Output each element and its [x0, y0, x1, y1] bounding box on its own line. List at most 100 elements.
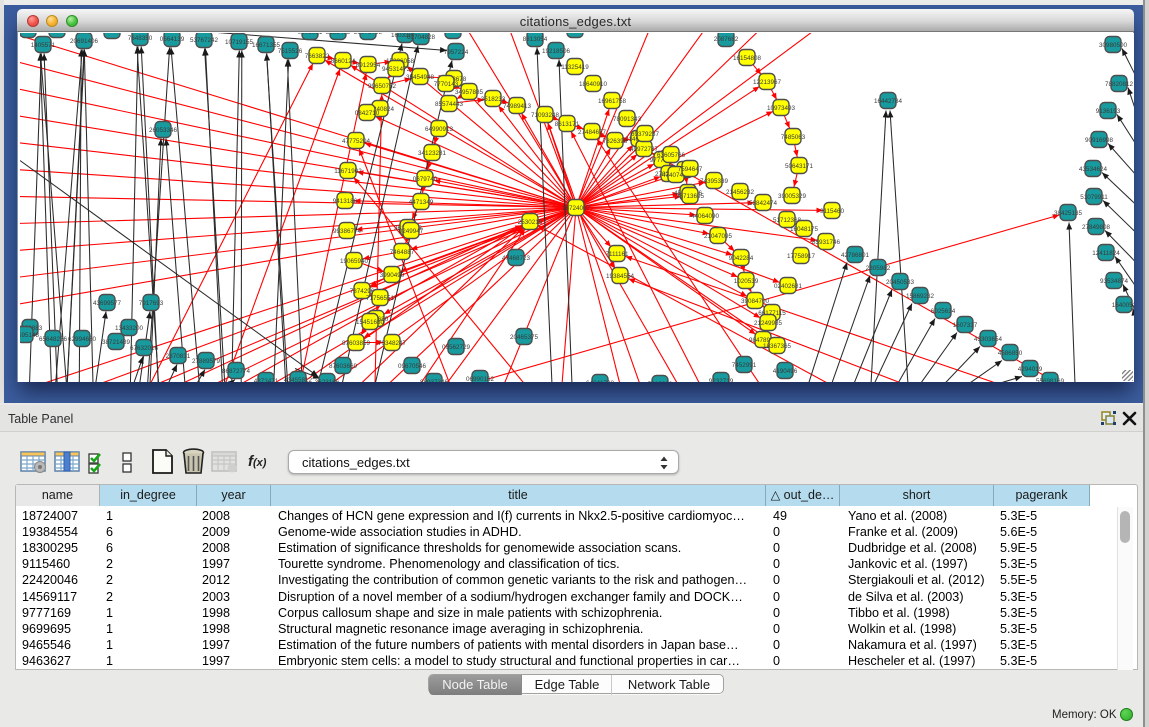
svg-text:12411824: 12411824 [1092, 250, 1120, 257]
svg-text:99650752: 99650752 [368, 83, 397, 90]
svg-text:27849808: 27849808 [1082, 224, 1111, 231]
svg-text:16048175: 16048175 [790, 226, 819, 233]
svg-text:2530215: 2530215 [518, 219, 543, 226]
svg-text:86872774: 86872774 [222, 368, 251, 375]
svg-text:20465375: 20465375 [510, 334, 539, 341]
svg-text:7770143: 7770143 [434, 81, 459, 88]
svg-text:7111161: 7111161 [605, 251, 629, 258]
svg-text:7594647: 7594647 [678, 166, 703, 173]
svg-text:30980500: 30980500 [1099, 42, 1128, 49]
svg-text:2087682: 2087682 [714, 36, 739, 43]
svg-text:1405571: 1405571 [31, 42, 56, 49]
svg-text:16961758: 16961758 [598, 98, 627, 105]
svg-text:43699577: 43699577 [93, 300, 122, 307]
svg-text:4294019: 4294019 [1018, 366, 1043, 373]
svg-text:19065940: 19065940 [340, 258, 369, 265]
svg-text:71756551: 71756551 [366, 295, 395, 302]
svg-text:4471349: 4471349 [409, 199, 434, 206]
svg-text:7648350: 7648350 [128, 35, 153, 42]
svg-text:44064090: 44064090 [691, 213, 720, 220]
svg-text:1656670: 1656670 [441, 33, 466, 35]
svg-text:36713695: 36713695 [676, 193, 705, 200]
svg-text:9136193: 9136193 [1096, 108, 1121, 115]
svg-text:90916998: 90916998 [1085, 137, 1114, 144]
svg-text:09670546: 09670546 [398, 363, 427, 370]
svg-text:18367365: 18367365 [763, 343, 792, 350]
svg-text:29973763: 29973763 [354, 33, 383, 36]
svg-text:1607337: 1607337 [953, 322, 978, 329]
svg-text:8613171: 8613171 [555, 121, 580, 128]
svg-text:16442784: 16442784 [874, 98, 903, 105]
svg-text:10651333: 10651333 [561, 33, 590, 34]
svg-text:8660124: 8660124 [331, 58, 356, 65]
svg-text:9301031: 9301031 [298, 33, 323, 36]
svg-text:20691406: 20691406 [70, 38, 99, 45]
svg-text:67632016: 67632016 [130, 345, 159, 352]
svg-text:21047095: 21047095 [704, 233, 733, 240]
svg-text:43455812: 43455812 [284, 377, 313, 382]
svg-text:3990490: 3990490 [380, 272, 405, 279]
svg-text:35454948: 35454948 [406, 74, 435, 81]
svg-text:78091343: 78091343 [613, 116, 642, 123]
svg-text:7663822: 7663822 [305, 53, 330, 60]
svg-text:9413186: 9413186 [333, 198, 358, 205]
svg-text:7452991: 7452991 [732, 362, 757, 369]
svg-text:8813054: 8813054 [523, 36, 548, 43]
svg-text:4586850: 4586850 [998, 350, 1023, 357]
svg-text:7874296: 7874296 [350, 288, 375, 295]
svg-text:65648236: 65648236 [39, 336, 68, 343]
svg-text:21249985: 21249985 [754, 320, 783, 327]
svg-text:74395339: 74395339 [700, 178, 729, 185]
svg-text:5183473: 5183473 [326, 33, 351, 36]
svg-text:16671355: 16671355 [252, 42, 281, 49]
svg-text:38425135: 38425135 [1054, 210, 1083, 217]
svg-text:06562729: 06562729 [442, 344, 471, 351]
svg-text:9232719: 9232719 [709, 378, 734, 382]
svg-text:4873471: 4873471 [254, 378, 279, 382]
svg-text:02402681: 02402681 [774, 283, 803, 290]
svg-text:22782489: 22782489 [20, 33, 42, 34]
svg-text:2805982: 2805982 [866, 265, 891, 272]
svg-text:62994680: 62994680 [68, 336, 97, 343]
svg-text:19218506: 19218506 [542, 48, 571, 55]
svg-text:61595148: 61595148 [20, 332, 39, 339]
svg-text:64641708: 64641708 [586, 380, 615, 382]
svg-text:21456232: 21456232 [726, 189, 755, 196]
svg-text:1020539: 1020539 [734, 278, 759, 285]
svg-text:13315098: 13315098 [98, 33, 127, 35]
svg-text:34123281: 34123281 [418, 150, 447, 157]
svg-text:5310033: 5310033 [648, 381, 673, 382]
svg-text:78820812: 78820812 [1105, 81, 1134, 88]
svg-text:88937346: 88937346 [420, 379, 449, 382]
svg-text:4190496: 4190496 [773, 368, 798, 375]
svg-text:74989413: 74989413 [503, 103, 532, 110]
svg-text:12213967: 12213967 [753, 79, 782, 86]
svg-text:62704828: 62704828 [407, 34, 436, 41]
svg-text:50643171: 50643171 [785, 163, 814, 170]
svg-text:11671902: 11671902 [334, 168, 362, 175]
svg-text:20450533: 20450533 [886, 279, 915, 286]
svg-text:3623166: 3623166 [315, 379, 340, 382]
svg-text:39084700: 39084700 [741, 298, 770, 305]
svg-text:7515526: 7515526 [278, 48, 303, 55]
svg-text:7917693: 7917693 [139, 300, 164, 307]
svg-text:27484677: 27484677 [578, 129, 607, 136]
svg-text:93534874: 93534874 [1100, 278, 1129, 285]
svg-text:87603669: 87603669 [329, 363, 358, 370]
svg-text:1640052: 1640052 [1112, 302, 1134, 309]
svg-text:39005329: 39005329 [778, 193, 807, 200]
svg-text:38721489: 38721489 [102, 339, 131, 346]
svg-text:94531473: 94531473 [382, 66, 411, 73]
svg-text:63605766: 63605766 [657, 152, 686, 159]
svg-text:11325419: 11325419 [561, 64, 589, 71]
svg-text:0564139: 0564139 [160, 36, 185, 43]
svg-text:6025634: 6025634 [931, 308, 956, 315]
svg-text:7464887: 7464887 [390, 249, 415, 256]
svg-text:58842474: 58842474 [749, 200, 778, 207]
svg-text:06990162: 06990162 [466, 376, 495, 382]
svg-text:27889579: 27889579 [192, 358, 221, 365]
svg-text:18640910: 18640910 [579, 81, 608, 88]
svg-text:18724007: 18724007 [562, 205, 591, 212]
svg-text:34957885: 34957885 [455, 89, 484, 96]
svg-text:2870831: 2870831 [166, 353, 191, 360]
